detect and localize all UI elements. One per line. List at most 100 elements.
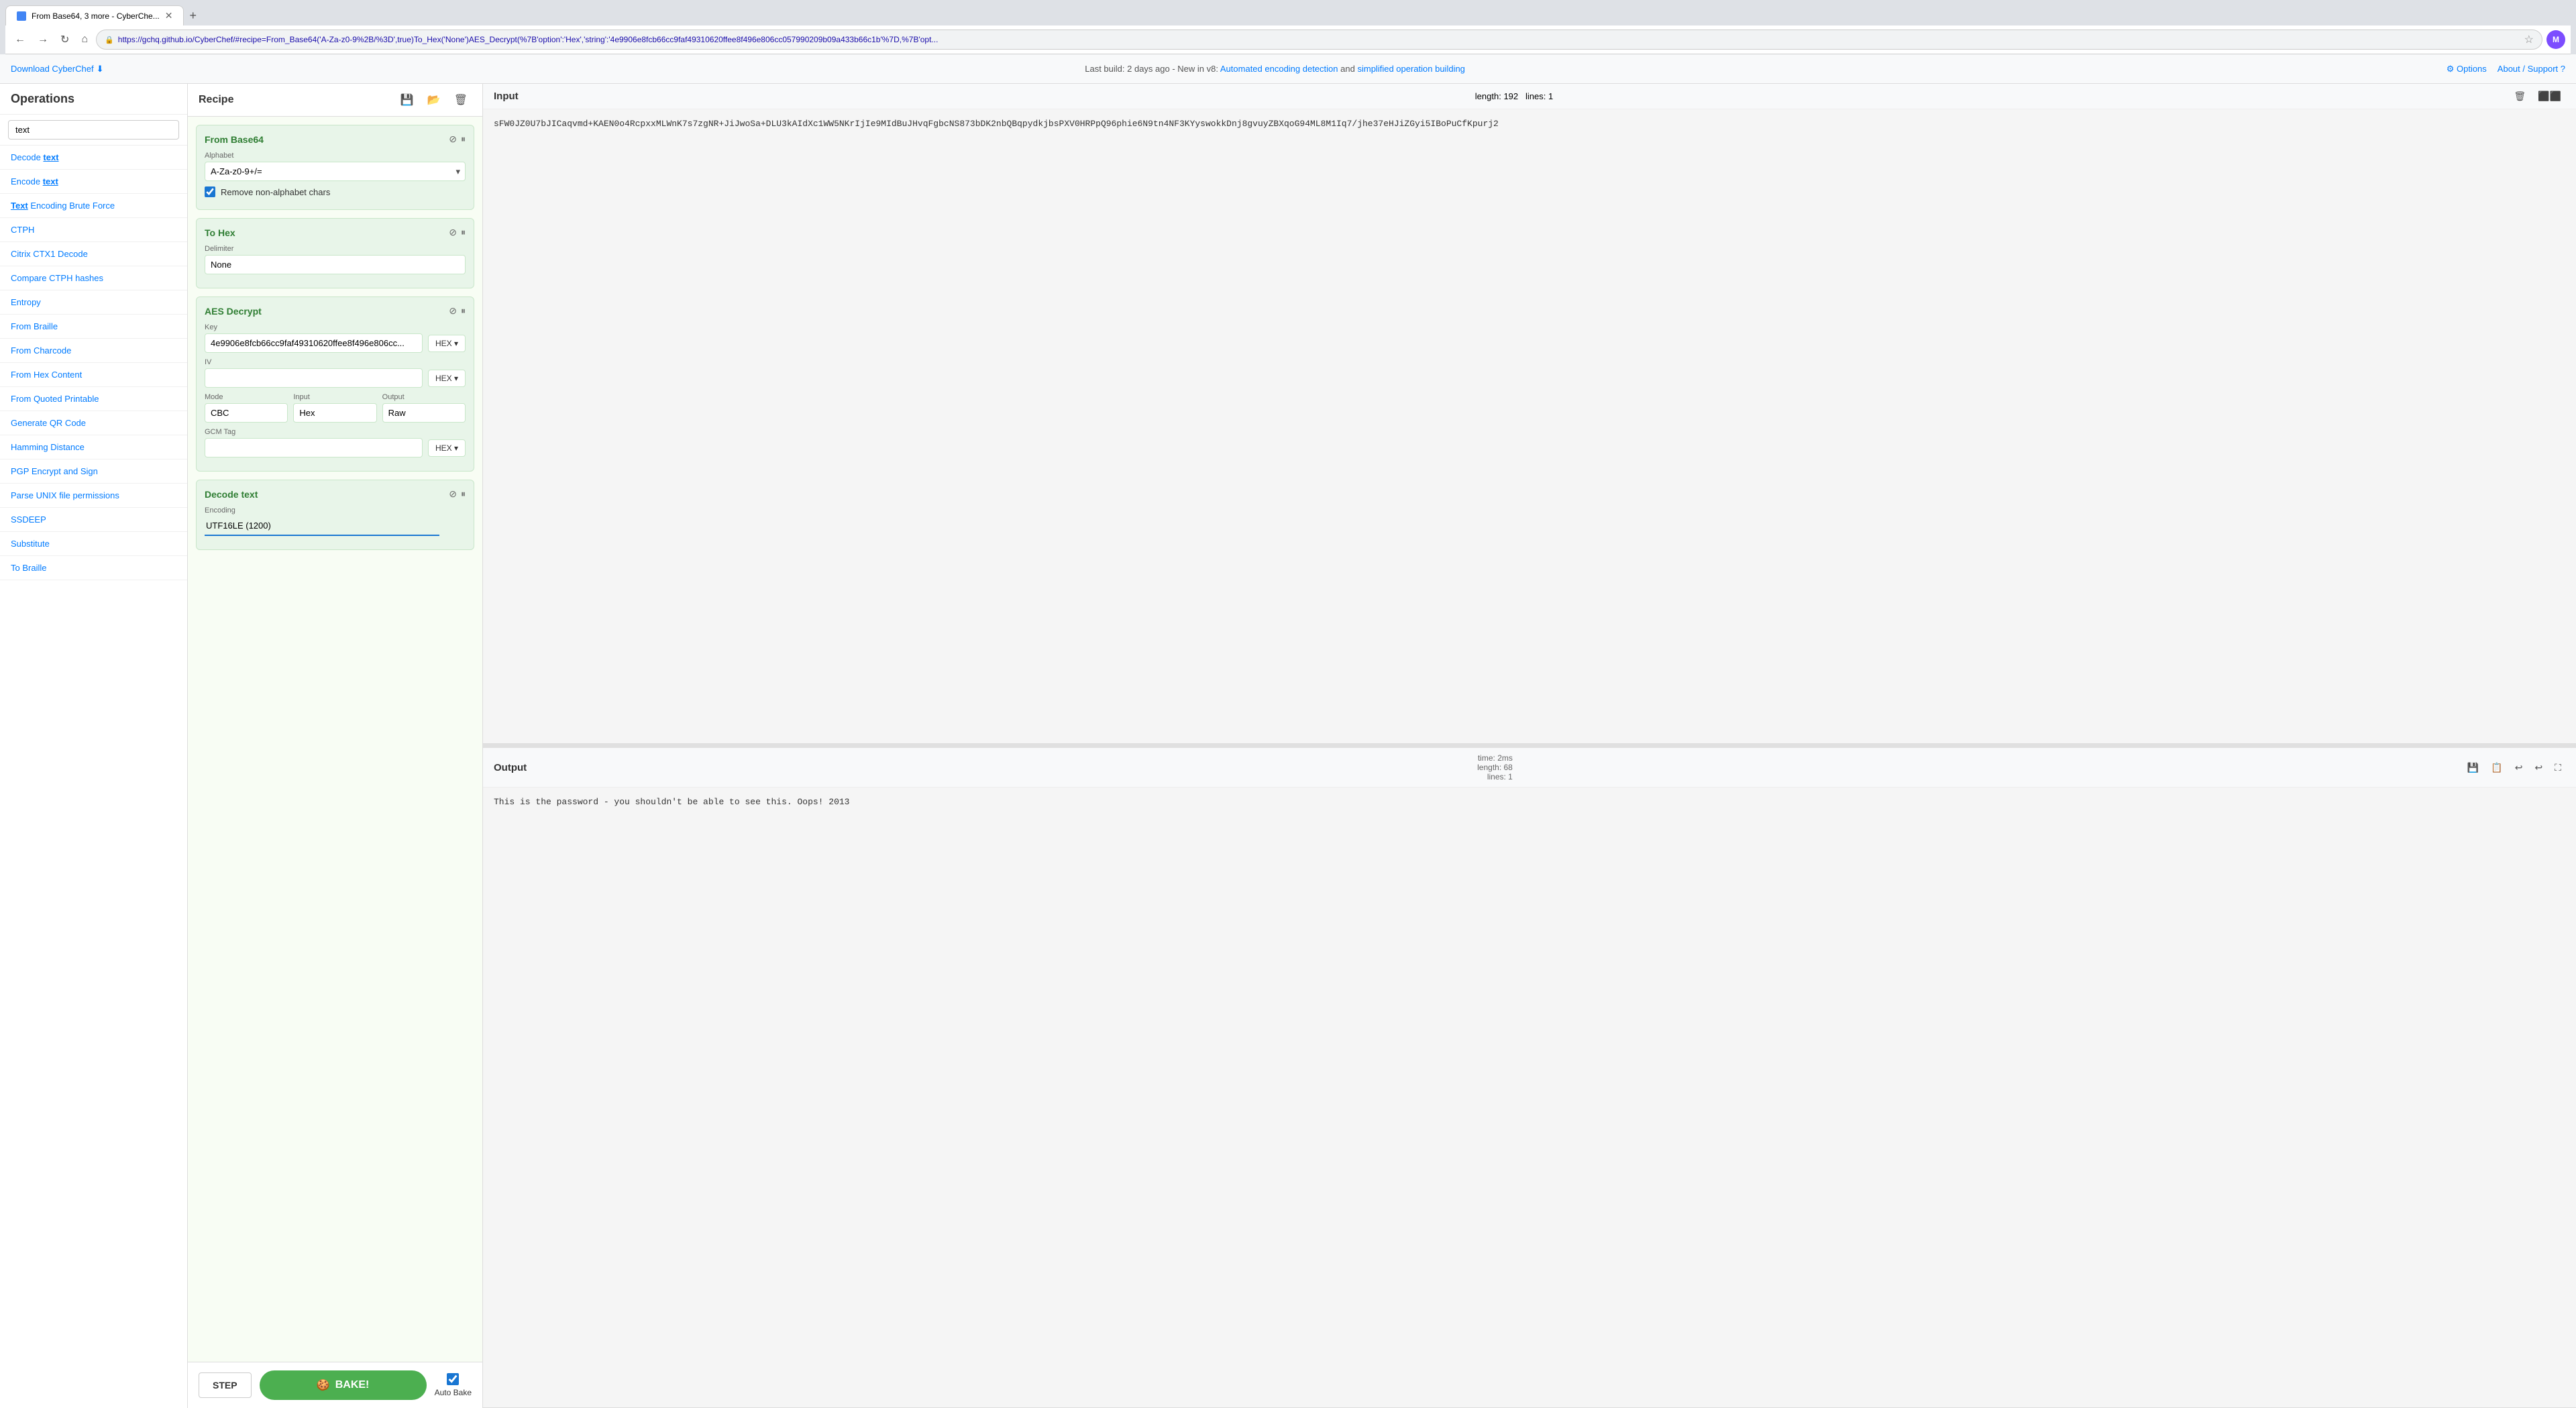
close-tab-icon[interactable]: ✕ [165,10,173,21]
save-recipe-button[interactable]: 💾 [396,92,418,108]
new-tab-button[interactable]: + [184,6,202,25]
sidebar-item-from-quoted-printable[interactable]: From Quoted Printable [0,387,187,411]
sidebar-item-from-hex-content[interactable]: From Hex Content [0,363,187,387]
iv-input[interactable] [205,368,423,388]
home-button[interactable]: ⌂ [77,32,92,47]
alphabet-label: Alphabet [205,152,466,160]
output-section: Output time: 2ms length: 68 lines: 1 [483,748,2576,1408]
output-meta: time: 2ms length: 68 lines: 1 [1477,753,1513,781]
step-to-hex-header: To Hex ⊘ ⏸ [205,227,466,238]
gcm-tag-input[interactable] [205,438,423,457]
input-select[interactable] [293,403,376,423]
step-decode-text-disable[interactable]: ⊘ [449,488,457,500]
sidebar-item-to-braille[interactable]: To Braille [0,556,187,580]
forward-button[interactable]: → [34,32,52,47]
sidebar-title: Operations [0,84,187,115]
lock-icon: 🔒 [105,36,114,44]
step-from-base64-header: From Base64 ⊘ ⏸ [205,133,466,145]
input-label: Input [293,393,376,401]
key-encoding-select[interactable]: HEX ▾ [428,335,466,352]
step-to-hex-disable[interactable]: ⊘ [449,227,457,238]
download-link[interactable]: Download CyberChef ⬇ [11,64,103,74]
step-from-base64-pause[interactable]: ⏸ [461,133,466,145]
mode-input[interactable] [205,403,288,423]
input-content[interactable]: sFW0JZ0U7bJICaqvmd+KAEN0o4RcpxxMLWnK7s7z… [483,109,2576,743]
step-decode-text-pause[interactable]: ⏸ [461,488,466,500]
sidebar-item-decode-text[interactable]: Decode text [0,146,187,170]
profile-button[interactable]: M [2546,30,2565,49]
mode-label: Mode [205,393,288,401]
app-body: Operations Decode text Encode text Text … [0,84,2576,1408]
recipe-title: Recipe [199,94,233,106]
sidebar-item-hamming-distance[interactable]: Hamming Distance [0,435,187,459]
encoding-input[interactable] [205,517,439,536]
sidebar-item-pgp[interactable]: PGP Encrypt and Sign [0,459,187,484]
step-decode-text: Decode text ⊘ ⏸ Encoding [196,480,474,550]
browser-chrome: From Base64, 3 more - CyberChe... ✕ + ← … [0,0,2576,54]
step-aes-header: AES Decrypt ⊘ ⏸ [205,305,466,317]
sidebar-item-citrix[interactable]: Citrix CTX1 Decode [0,242,187,266]
delimiter-label: Delimiter [205,245,466,253]
sidebar-item-parse-unix[interactable]: Parse UNIX file permissions [0,484,187,508]
options-link[interactable]: ⚙ Options [2447,64,2487,74]
alphabet-field-group: Alphabet A-Za-z0-9+/= [205,152,466,181]
sidebar-item-entropy[interactable]: Entropy [0,290,187,315]
sidebar-item-generate-qr[interactable]: Generate QR Code [0,411,187,435]
back-button[interactable]: ← [11,32,30,47]
step-from-base64-disable[interactable]: ⊘ [449,133,457,145]
input-upload-button[interactable]: ⬛⬛ [2534,89,2565,103]
input-field-group: Input [293,393,376,423]
output-lines: lines: 1 [1487,772,1513,781]
output-expand-button[interactable]: ⛶ [2551,761,2565,775]
refresh-button[interactable]: ↻ [56,32,73,48]
auto-bake-checkbox[interactable] [447,1373,459,1385]
output-save-button[interactable]: 💾 [2463,761,2483,775]
search-box [0,115,187,146]
address-bar[interactable]: 🔒 https://gchq.github.io/CyberChef/#reci… [96,30,2542,50]
address-text: https://gchq.github.io/CyberChef/#recipe… [118,35,2520,44]
gcm-tag-field-group: GCM Tag HEX ▾ [205,428,466,457]
recipe-panel: Recipe 💾 📂 🗑 From Base64 ⊘ ⏸ Alphabet [188,84,483,1408]
delimiter-input[interactable] [205,255,466,274]
output-select[interactable] [382,403,466,423]
options-label: Options [2457,64,2487,74]
input-actions: 🗑 ⬛⬛ [2510,89,2565,103]
build-link-operations[interactable]: simplified operation building [1357,64,1464,74]
remove-nonalpha-checkbox[interactable] [205,186,215,197]
open-recipe-button[interactable]: 📂 [423,92,445,108]
step-aes-disable[interactable]: ⊘ [449,305,457,317]
bookmark-icon[interactable]: ☆ [2524,33,2534,46]
sidebar-item-compare-ctph[interactable]: Compare CTPH hashes [0,266,187,290]
iv-label: IV [205,358,466,366]
output-undo-button[interactable]: ↩ [2530,761,2546,775]
iv-encoding-select[interactable]: HEX ▾ [428,370,466,387]
output-label: Output [382,393,466,401]
key-input[interactable] [205,333,423,353]
output-switch-button[interactable]: ↩ [2511,761,2527,775]
search-input[interactable] [8,120,179,140]
sidebar-item-ctph[interactable]: CTPH [0,218,187,242]
sidebar-item-from-braille[interactable]: From Braille [0,315,187,339]
favicon [17,11,26,21]
bake-button[interactable]: 🍪 BAKE! [260,1370,427,1400]
sidebar-item-encode-text[interactable]: Encode text [0,170,187,194]
input-clear-button[interactable]: 🗑 [2510,89,2530,103]
recipe-steps: From Base64 ⊘ ⏸ Alphabet A-Za-z0-9+/= [188,117,482,1362]
delete-recipe-button[interactable]: 🗑 [450,92,472,108]
sidebar-item-text-encoding-brute-force[interactable]: Text Encoding Brute Force [0,194,187,218]
about-link[interactable]: About / Support ? [2498,64,2565,74]
gcm-tag-encoding-select[interactable]: HEX ▾ [428,439,466,457]
output-copy-button[interactable]: 📋 [2487,761,2506,775]
sidebar-item-ssdeep[interactable]: SSDEEP [0,508,187,532]
step-aes-pause[interactable]: ⏸ [461,305,466,317]
encoding-field-group: Encoding [205,506,466,536]
step-button[interactable]: STEP [199,1372,252,1398]
sidebar-item-from-charcode[interactable]: From Charcode [0,339,187,363]
build-link-encoding[interactable]: Automated encoding detection [1220,64,1338,74]
sidebar-item-substitute[interactable]: Substitute [0,532,187,556]
active-tab[interactable]: From Base64, 3 more - CyberChe... ✕ [5,5,184,25]
step-to-hex-pause[interactable]: ⏸ [461,227,466,238]
recipe-header: Recipe 💾 📂 🗑 [188,84,482,117]
alphabet-select[interactable]: A-Za-z0-9+/= [205,162,466,181]
tab-title: From Base64, 3 more - CyberChe... [32,11,160,21]
